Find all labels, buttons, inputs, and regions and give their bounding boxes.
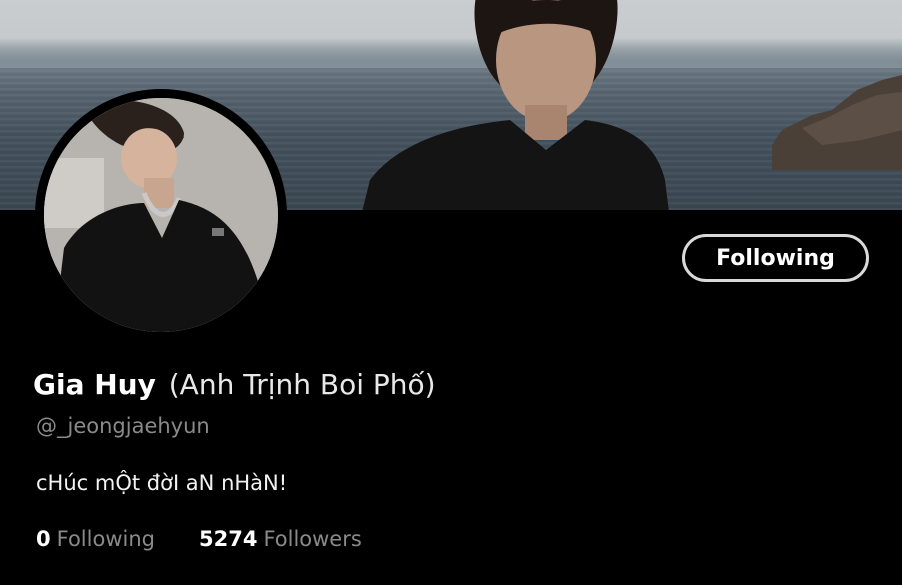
followers-stat[interactable]: 5274 Followers — [199, 527, 362, 551]
avatar-image — [44, 98, 278, 332]
followers-label: Followers — [263, 527, 362, 551]
banner-rocks — [772, 75, 902, 170]
following-button[interactable]: Following — [682, 234, 869, 282]
profile-stats: 0 Following 5274 Followers — [36, 527, 362, 551]
profile-handle: @_jeongjaehyun — [36, 414, 210, 438]
avatar-person — [44, 98, 278, 332]
followers-count: 5274 — [198, 527, 258, 551]
banner-person — [362, 0, 669, 210]
profile-name-line: Gia Huy (Anh Trịnh Boi Phố) — [33, 368, 436, 401]
profile-bio: cHúc mỘt đờI aN nHàN! — [36, 471, 288, 495]
display-nickname: (Anh Trịnh Boi Phố) — [168, 368, 436, 401]
following-count: 0 — [36, 527, 51, 551]
following-label: Following — [56, 527, 155, 551]
profile-avatar[interactable] — [35, 89, 287, 341]
display-name: Gia Huy — [33, 368, 156, 401]
following-stat[interactable]: 0 Following — [36, 527, 155, 551]
